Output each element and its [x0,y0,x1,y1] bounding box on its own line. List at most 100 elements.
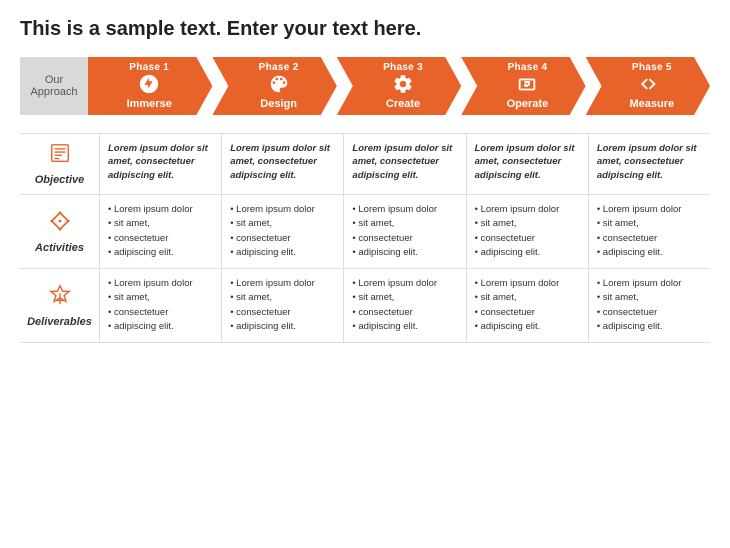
row-header-activities: Activities [20,195,100,268]
list-item: consectetuer [108,306,213,319]
row-icon-objective [49,142,71,170]
list-item: adipiscing elit. [108,320,213,333]
list-item: consectetuer [230,232,335,245]
arrows-container: Phase 1 Immerse Phase 2 Design Phase 3 C… [88,57,710,115]
cell-deliverables-2: Lorem ipsum dolorsit amet, consectetuerad… [222,269,344,342]
our-approach-box: OurApproach [20,57,88,115]
list-item: consectetuer [230,306,335,319]
row-label-deliverables: Deliverables [27,316,92,328]
cell-objective-3: Lorem ipsum dolor sit amet, consectetuer… [344,134,466,194]
phase-name-1: Immerse [127,98,172,110]
list-item: sit amet, [108,291,213,304]
cell-activities-2: Lorem ipsum dolorsit amet, consectetuerad… [222,195,344,268]
deliverables-icon [49,284,71,306]
list-item: adipiscing elit. [352,320,457,333]
list-item: consectetuer [475,306,580,319]
list-item: consectetuer [108,232,213,245]
list-item: sit amet, [352,217,457,230]
arrow-content-1: Phase 1 Immerse [88,57,212,115]
phase-name-4: Operate [507,98,549,110]
list-item: Lorem ipsum dolor [108,203,213,216]
phase-icon-5 [641,73,663,98]
cell-objective-5: Lorem ipsum dolor sit amet, consectetuer… [589,134,710,194]
list-item: sit amet, [108,217,213,230]
list-item: consectetuer [352,306,457,319]
list-item: sit amet, [352,291,457,304]
phase-icon-4 [516,73,538,98]
row-header-deliverables: Deliverables [20,269,100,342]
row-icon-deliverables [49,284,71,312]
row-cells-objective: Lorem ipsum dolor sit amet, consectetuer… [100,134,710,194]
cell-deliverables-5: Lorem ipsum dolorsit amet, consectetuerad… [589,269,710,342]
table-row-deliverables: Deliverables Lorem ipsum dolorsit amet,c… [20,269,710,343]
list-item: adipiscing elit. [230,320,335,333]
list-item: sit amet, [475,217,580,230]
phase-label-3: Phase 3 [383,62,423,73]
cell-activities-4: Lorem ipsum dolorsit amet, consectetuerad… [467,195,589,268]
cell-objective-4: Lorem ipsum dolor sit amet, consectetuer… [467,134,589,194]
list-item: Lorem ipsum dolor [597,277,702,290]
arrow-content-3: Phase 3 Create [337,57,461,115]
cell-activities-5: Lorem ipsum dolorsit amet, consectetuerad… [589,195,710,268]
cell-activities-3: Lorem ipsum dolorsit amet, consectetuerad… [344,195,466,268]
cell-deliverables-1: Lorem ipsum dolorsit amet, consectetuerad… [100,269,222,342]
arrow-content-5: Phase 5 Measure [586,57,710,115]
table-row-activities: Activities Lorem ipsum dolorsit amet,con… [20,195,710,269]
phase-arrow-2: Phase 2 Design [212,57,336,115]
phase-arrow-1: Phase 1 Immerse [88,57,212,115]
phase-icon-3 [392,73,414,98]
list-item: Lorem ipsum dolor [597,203,702,216]
row-icon-activities [49,210,71,238]
page-title: This is a sample text. Enter your text h… [20,18,710,41]
phase-icon-1 [138,73,160,98]
list-item: adipiscing elit. [352,246,457,259]
phase-label-1: Phase 1 [129,62,169,73]
phase-label-5: Phase 5 [632,62,672,73]
list-item: Lorem ipsum dolor [352,277,457,290]
list-item: adipiscing elit. [475,320,580,333]
list-item: sit amet, [230,291,335,304]
row-cells-activities: Lorem ipsum dolorsit amet,consectetuerad… [100,195,710,268]
list-item: consectetuer [352,232,457,245]
row-label-activities: Activities [35,242,84,254]
list-item: Lorem ipsum dolor [108,277,213,290]
row-cells-deliverables: Lorem ipsum dolorsit amet,consectetuerad… [100,269,710,342]
row-label-objective: Objective [35,174,85,186]
cell-objective-1: Lorem ipsum dolor sit amet, consectetuer… [100,134,222,194]
list-item: consectetuer [597,232,702,245]
list-item: Lorem ipsum dolor [352,203,457,216]
activities-icon [49,210,71,232]
list-item: Lorem ipsum dolor [230,203,335,216]
list-item: Lorem ipsum dolor [230,277,335,290]
phase-name-2: Design [260,98,297,110]
cell-deliverables-3: Lorem ipsum dolorsit amet, consectetuerad… [344,269,466,342]
list-item: sit amet, [597,217,702,230]
cell-objective-2: Lorem ipsum dolor sit amet, consectetuer… [222,134,344,194]
list-item: adipiscing elit. [597,246,702,259]
phase-arrow-4: Phase 4 Operate [461,57,585,115]
list-item: consectetuer [475,232,580,245]
table-row-objective: Objective Lorem ipsum dolor sit amet, co… [20,134,710,195]
approach-label: OurApproach [30,74,77,98]
list-item: adipiscing elit. [108,246,213,259]
list-item: adipiscing elit. [475,246,580,259]
list-item: Lorem ipsum dolor [475,203,580,216]
row-header-objective: Objective [20,134,100,194]
arrow-content-4: Phase 4 Operate [461,57,585,115]
phase-name-3: Create [386,98,420,110]
cell-activities-1: Lorem ipsum dolorsit amet, consectetuerad… [100,195,222,268]
objective-icon [49,142,71,164]
phase-label-2: Phase 2 [259,62,299,73]
list-item: sit amet, [230,217,335,230]
list-item: consectetuer [597,306,702,319]
list-item: adipiscing elit. [230,246,335,259]
table-section: Objective Lorem ipsum dolor sit amet, co… [20,133,710,343]
phase-arrow-3: Phase 3 Create [337,57,461,115]
list-item: sit amet, [475,291,580,304]
arrow-content-2: Phase 2 Design [212,57,336,115]
phases-section: OurApproach Phase 1 Immerse Phase 2 Desi… [20,57,710,115]
list-item: sit amet, [597,291,702,304]
cell-deliverables-4: Lorem ipsum dolorsit amet,consectetuerad… [467,269,589,342]
phase-label-4: Phase 4 [507,62,547,73]
list-item: adipiscing elit. [597,320,702,333]
